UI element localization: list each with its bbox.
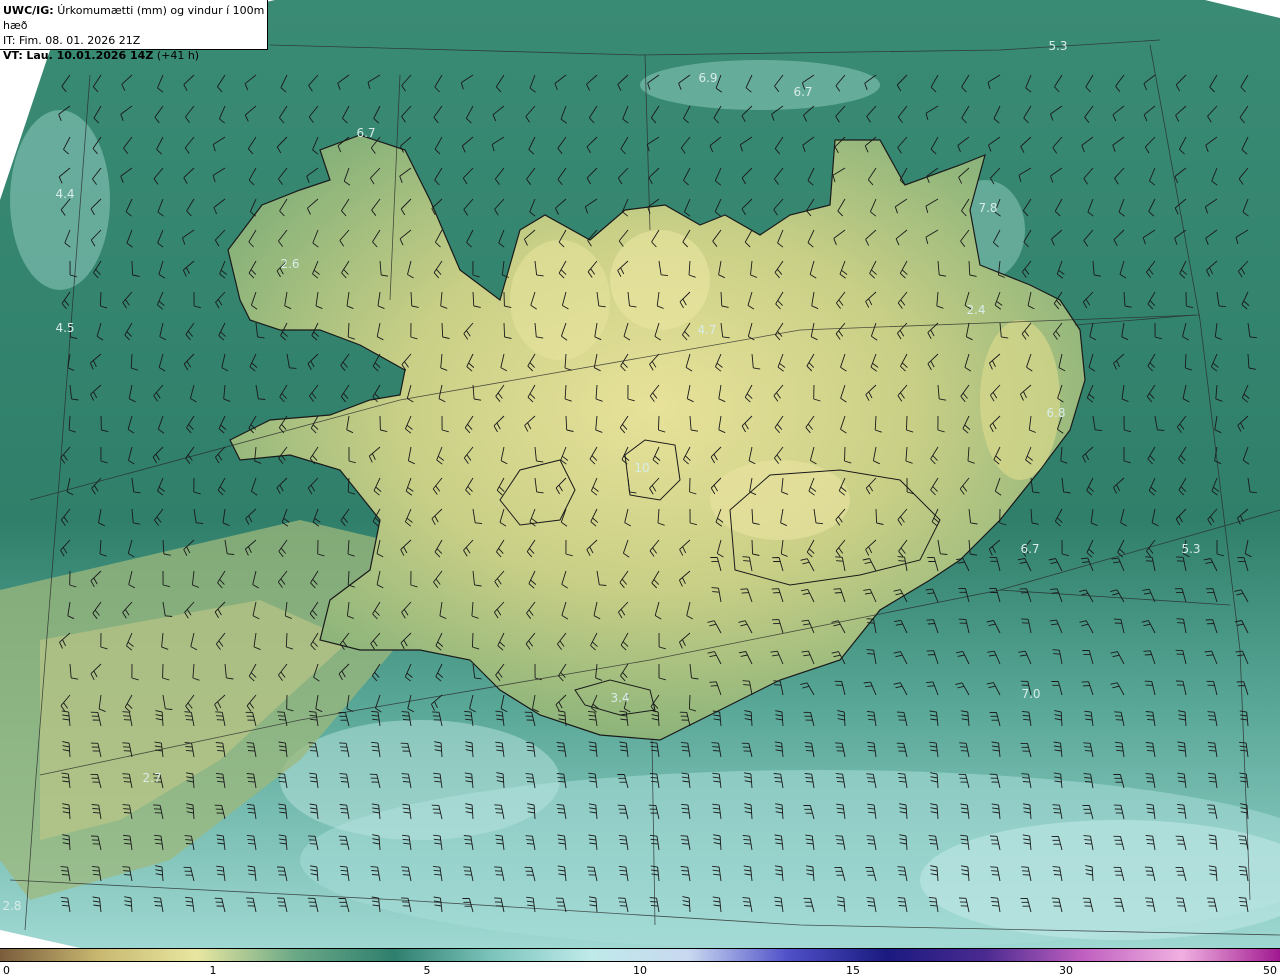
contour-label: 7.0 — [1021, 687, 1040, 701]
map-info-box: UWC/IG: Úrkomumætti (mm) og vindur í 100… — [0, 0, 268, 62]
colorbar-tick-label: 30 — [1059, 964, 1073, 977]
colorbar-tick-label: 15 — [846, 964, 860, 977]
contour-label: 7.8 — [978, 201, 997, 215]
valid-prefix: VT: — [3, 49, 23, 62]
contour-label: 4.4 — [55, 187, 74, 201]
contour-label: 6.8 — [1046, 406, 1065, 420]
contour-label: 5.3 — [1048, 39, 1067, 53]
contour-label: 2.8 — [2, 899, 21, 913]
colorbar-tick-label: 50 — [1263, 964, 1277, 977]
contour-label: 3.4 — [610, 691, 629, 705]
lead-time: (+41 h) — [156, 49, 200, 62]
contour-label: 4.7 — [697, 323, 716, 337]
precipitation-colorbar: 0 1 5 10 15 30 50 — [0, 948, 1280, 978]
issue-time: IT: Fim. 08. 01. 2026 21Z — [3, 34, 141, 47]
colorbar-tick-label: 10 — [633, 964, 647, 977]
contour-label: 6.9 — [698, 71, 717, 85]
colorbar-tick-label: 5 — [423, 964, 431, 977]
contour-label: 6.7 — [793, 85, 812, 99]
contour-label: 4.5 — [55, 321, 74, 335]
product-code: UWC/IG: — [3, 4, 54, 17]
contour-label: 6.7 — [1020, 542, 1039, 556]
valid-time: Lau. 10.01.2026 14Z — [26, 49, 154, 62]
contour-label: 10 — [634, 461, 649, 475]
contour-label: 5.3 — [1181, 542, 1200, 556]
colorbar-strip — [0, 948, 1280, 962]
contour-label: 2.6 — [280, 257, 299, 271]
contour-label: 6.7 — [356, 126, 375, 140]
contour-label: 2.7 — [142, 771, 161, 785]
contour-label: 2.4 — [966, 303, 985, 317]
colorbar-tick-label: 1 — [209, 964, 217, 977]
colorbar-tick-label: 0 — [3, 964, 10, 977]
forecast-map: 5.3 6.9 6.7 6.7 7.8 2.4 4.7 6.8 6.7 5.3 7.0 3.4 2.7 2… — [0, 0, 1280, 948]
